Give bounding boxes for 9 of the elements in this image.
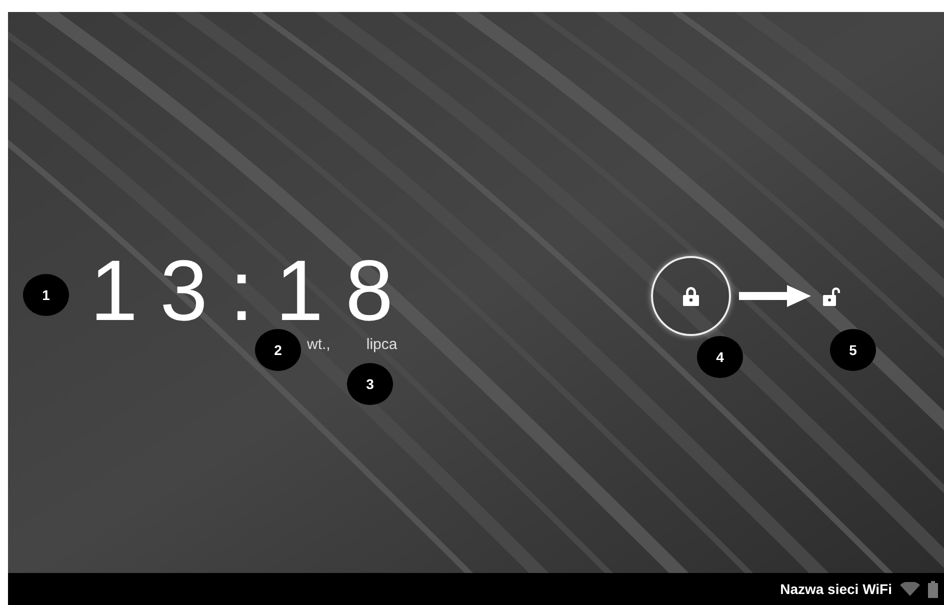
battery-icon [928,580,938,598]
unlock-handle[interactable] [651,256,732,336]
unlocked-lock-icon [823,286,842,306]
network-name: Nazwa sieci WiFi [780,581,892,597]
arrow-icon [739,285,812,307]
date-day: wt., [307,336,330,353]
date-month: lipca [366,336,398,353]
wifi-icon [900,582,920,596]
lock-icon [682,286,700,306]
